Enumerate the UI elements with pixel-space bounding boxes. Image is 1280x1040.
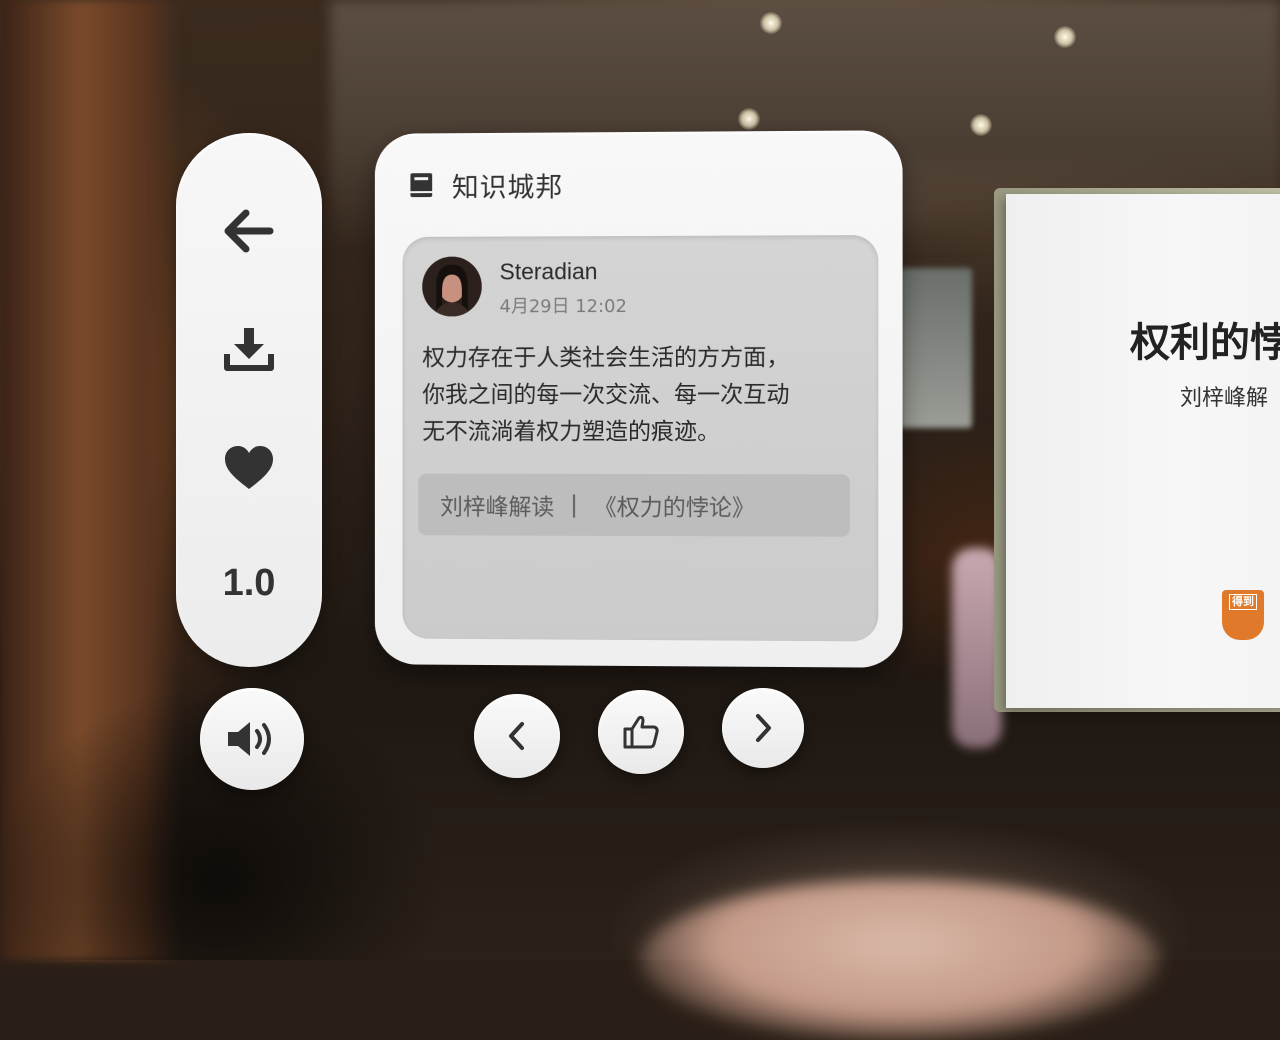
chevron-left-icon bbox=[509, 722, 524, 750]
ceiling-light bbox=[760, 12, 782, 34]
thumbs-up-icon bbox=[623, 715, 659, 749]
post-content: Steradian 4月29日 12:02 权力存在于人类社会生活的方方面， 你… bbox=[402, 235, 879, 642]
post-author[interactable]: Steradian bbox=[500, 258, 598, 285]
source-separator: | bbox=[570, 491, 578, 518]
favorite-button[interactable] bbox=[176, 438, 322, 498]
avatar[interactable] bbox=[422, 256, 482, 317]
playback-speed-button[interactable]: 1.0 bbox=[176, 553, 322, 613]
ceiling-light bbox=[970, 114, 992, 136]
heart-icon bbox=[225, 446, 273, 489]
ceiling-light bbox=[738, 108, 760, 130]
ceiling-light bbox=[1054, 26, 1076, 48]
book-subtitle: 刘梓峰解 bbox=[1180, 386, 1269, 411]
previous-button[interactable] bbox=[474, 694, 560, 778]
back-button[interactable] bbox=[176, 201, 322, 261]
post-card: 知识城邦 Steradian 4月29日 12:02 权力存在于人类社会生活的方… bbox=[374, 130, 903, 668]
download-button[interactable] bbox=[176, 319, 322, 379]
app-title: 知识城邦 bbox=[451, 171, 564, 204]
wall-screen bbox=[900, 268, 972, 428]
chevron-right-icon bbox=[756, 714, 771, 742]
book-title: 权利的悖 bbox=[1130, 319, 1280, 366]
next-button[interactable] bbox=[722, 688, 804, 768]
foreground-shadow bbox=[0, 620, 520, 960]
arrow-left-icon bbox=[224, 209, 274, 253]
publisher-logo: 得到 bbox=[1222, 590, 1264, 640]
book-cover[interactable]: 权利的悖 刘梓峰解 得到 bbox=[994, 186, 1280, 712]
source-book-tag[interactable]: 刘梓峰解读 | 《权力的悖论》 bbox=[418, 473, 850, 537]
playback-speed-label: 1.0 bbox=[222, 561, 276, 604]
source-book-title: 《权力的悖论》 bbox=[593, 494, 756, 522]
volume-icon bbox=[228, 722, 271, 756]
card-header: 知识城邦 bbox=[408, 168, 564, 204]
publisher-logo-text: 得到 bbox=[1229, 594, 1257, 610]
post-text: 权力存在于人类社会生活的方方面， 你我之间的每一次交流、每一次互动 无不流淌着权… bbox=[422, 344, 790, 446]
book-front-cover: 权利的悖 刘梓峰解 得到 bbox=[1006, 194, 1280, 708]
user-hand bbox=[640, 880, 1160, 1040]
download-icon bbox=[224, 328, 274, 371]
source-author: 刘梓峰解读 bbox=[440, 494, 555, 521]
avatar-image bbox=[422, 256, 482, 317]
like-button[interactable] bbox=[598, 690, 684, 774]
book-icon bbox=[410, 173, 433, 198]
control-sidebar: 1.0 bbox=[176, 133, 322, 667]
volume-button[interactable] bbox=[200, 688, 304, 790]
post-timestamp: 4月29日 12:02 bbox=[499, 296, 627, 318]
